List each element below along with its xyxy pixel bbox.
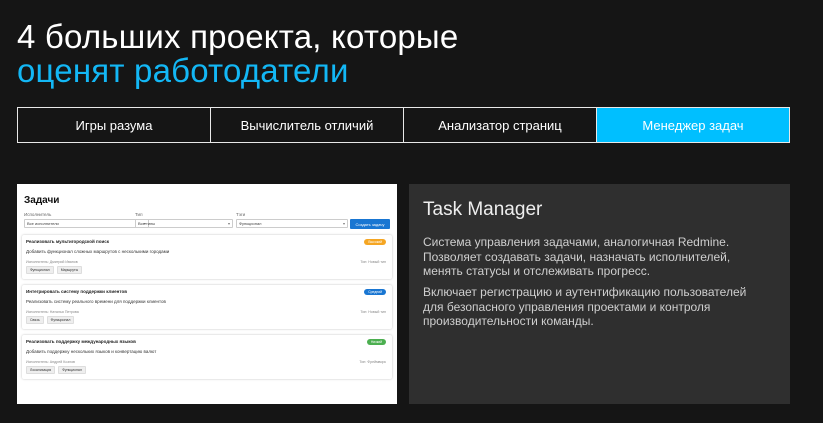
- task-title: Реализовать поддержку международных язык…: [26, 339, 136, 344]
- task-type: Тип: Новый тип: [360, 260, 386, 264]
- project-title: Task Manager: [423, 199, 543, 220]
- project-description-panel: Task Manager Система управления задачами…: [409, 184, 790, 404]
- task-tag: Связь: [26, 316, 44, 324]
- task-assignee: Исполнитель: Наталья Петрова: [26, 310, 79, 314]
- filter-select-type: Все типы ▾: [135, 219, 233, 228]
- project-description-2: Включает регистрацию и аутентификацию по…: [423, 285, 747, 328]
- headline: 4 больших проекта, которые оценят работо…: [17, 20, 458, 88]
- preview-title: Задачи: [24, 195, 60, 206]
- task-title: Интегрировать систему поддержки клиентов: [26, 289, 128, 294]
- task-title: Реализовать мультигородской поиск: [26, 239, 109, 244]
- filter-value-tags: Функционал: [239, 221, 262, 226]
- tab-task-manager[interactable]: Менеджер задач: [597, 108, 789, 142]
- task-assignee: Исполнитель: Дмитрий Иванов: [26, 260, 78, 264]
- task-card: Интегрировать систему поддержки клиентов…: [22, 285, 392, 329]
- task-tag: Функционал: [58, 366, 86, 374]
- task-type: Тип: Новый тип: [360, 310, 386, 314]
- filter-label-assignee: Исполнитель: [24, 212, 52, 217]
- tab-diff-calculator[interactable]: Вычислитель отличий: [211, 108, 404, 142]
- task-tag: Функционал: [46, 316, 75, 324]
- task-description: Добавить поддержку нескольких языков и к…: [26, 349, 157, 354]
- headline-line-2: оценят работодатели: [17, 52, 349, 89]
- filter-select-tags: Функционал ▾: [236, 219, 348, 228]
- filter-value-assignee: Все исполнители: [27, 221, 59, 226]
- chevron-down-icon: ▾: [342, 221, 345, 226]
- task-tags: Локализация Функционал: [26, 366, 86, 374]
- filter-label-tags: Тэги: [236, 212, 246, 217]
- project-description-1: Система управления задачами, аналогичная…: [423, 235, 731, 278]
- filter-label-type: Тип: [135, 212, 143, 217]
- task-tags: Связь Функционал: [26, 316, 75, 324]
- task-card: Реализовать мультигородской поиск Высоки…: [22, 235, 392, 279]
- task-description: Добавить функционал сложных маршрутов с …: [26, 249, 170, 254]
- chevron-down-icon: ▾: [227, 221, 230, 226]
- project-screenshot: Задачи Исполнитель Все исполнители ▾ Тип…: [17, 184, 397, 404]
- priority-badge: Средний: [364, 289, 386, 295]
- task-tags: Функционал Маршруты: [26, 266, 83, 274]
- task-assignee: Исполнитель: Андрей Козлов: [26, 360, 75, 364]
- create-task-button: Создать задачу: [350, 219, 390, 229]
- filter-select-assignee: Все исполнители ▾: [24, 219, 149, 228]
- task-card: Реализовать поддержку международных язык…: [22, 335, 392, 379]
- task-description: Реализовать систему реального времени дл…: [26, 299, 166, 304]
- tab-mind-games[interactable]: Игры разума: [18, 108, 211, 142]
- tab-page-analyzer[interactable]: Анализатор страниц: [404, 108, 597, 142]
- headline-line-1: 4 больших проекта, которые: [17, 18, 459, 55]
- project-tabs: Игры разума Вычислитель отличий Анализат…: [17, 107, 790, 143]
- task-tag: Локализация: [26, 366, 56, 374]
- task-tag: Функционал: [26, 266, 54, 274]
- filter-value-type: Все типы: [138, 221, 156, 226]
- priority-badge: Низкий: [366, 339, 386, 345]
- task-type: Тип: Фреймворк: [359, 360, 386, 364]
- priority-badge: Высокий: [364, 239, 386, 245]
- task-tag: Маршруты: [56, 266, 83, 274]
